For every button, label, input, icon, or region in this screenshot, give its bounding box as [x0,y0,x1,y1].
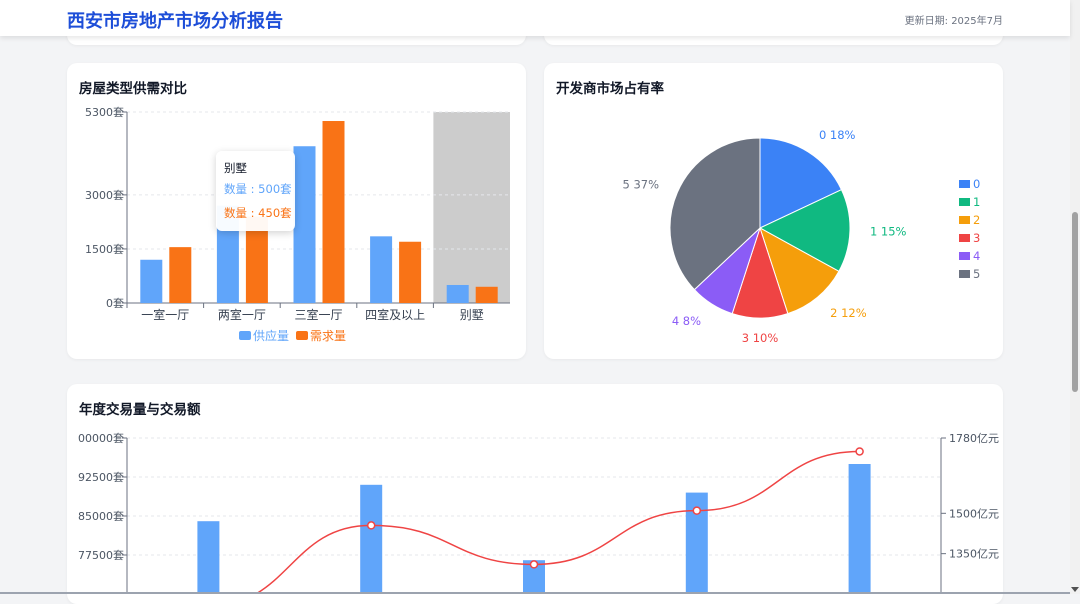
legend-swatch [959,216,970,224]
highlight-band [433,112,510,303]
y-tick-label: 5300套 [85,106,124,119]
legend-swatch [959,270,970,278]
page-header: 西安市房地产市场分析报告 更新日期: 2025年7月 [0,0,1070,36]
legend-swatch [959,180,970,188]
annual-chart: 77500套 85000套 92500套 00000套 1350亿元 1500亿元 1780… [78,432,999,594]
pie-label: 0 18% [819,128,856,142]
bar-demand [322,121,345,303]
pie-label: 2 12% [830,306,867,320]
bar-supply [293,146,316,303]
scrollbar[interactable] [1070,0,1080,594]
legend-swatch [296,331,308,340]
legend-label: 4 [973,249,980,263]
y-left-tick-label: 77500套 [78,549,124,562]
y-right-tick-label: 1350亿元 [949,548,999,561]
tooltip-demand: 数量 : 450套 [224,206,292,220]
market-share-chart: 0 18% 0 1 15% 1 2 12% 2 3 10% 3 4 8% 4 5 37% 5 [623,128,981,345]
pie-label: 5 37% [623,177,660,191]
legend-label: 1 [973,195,980,209]
bar-supply [140,259,163,303]
update-date: 更新日期: 2025年7月 [904,16,1003,27]
legend-label: 0 [973,177,980,191]
scroll-down-arrow-icon[interactable] [1071,587,1079,592]
legend-label: 3 [973,231,980,245]
x-tick-label: 四室及以上 [365,307,425,322]
bar-demand [399,241,422,303]
line-point [692,506,702,515]
legend-label: 2 [973,213,980,227]
legend-label: 供应量 [253,328,289,343]
y-left-tick-label: 00000套 [78,432,124,445]
legend-swatch [959,252,970,260]
bar-supply [370,236,393,303]
x-tick-label: 三室一厅 [294,307,342,322]
y-left-tick-label: 85000套 [78,510,124,523]
pie-label: 4 8% [672,314,701,328]
line-point [855,447,864,456]
supply-demand-chart: 0套 1500套 3000套 5300套一室一厅 两室一厅 三室一厅 四室及以上 别墅供应量 需… [85,106,510,343]
x-tick-label: 一室一厅 [141,307,189,322]
line-point [366,521,376,530]
y-right-tick-label: 1500亿元 [949,507,999,520]
tooltip-title: 别墅 [224,161,247,175]
line-point [529,560,539,569]
y-right-tick-label: 1780亿元 [949,432,999,445]
bar-demand [169,247,192,303]
y-tick-label: 1500套 [85,243,124,256]
legend-swatch [959,234,970,242]
pie-label: 1 15% [870,224,907,238]
chart-tooltip: 别墅 数量 : 500套 数量 : 450套 [216,151,295,231]
pie-label: 3 10% [742,331,779,345]
legend-label: 需求量 [310,329,346,343]
legend-swatch [239,331,251,340]
scrollbar-thumb[interactable] [1072,212,1078,392]
annual-bar [197,521,220,594]
annual-bar [848,464,871,594]
bar-supply [446,284,469,303]
y-tick-label: 3000套 [85,189,124,202]
annual-bar [360,484,383,594]
page-title: 西安市房地产市场分析报告 [67,11,283,32]
legend-swatch [959,198,970,206]
x-tick-label: 别墅 [460,308,484,322]
legend-label: 5 [973,267,980,281]
y-tick-label: 0套 [106,297,124,310]
tooltip-supply: 数量 : 500套 [224,182,292,196]
y-left-tick-label: 92500套 [78,471,124,484]
x-tick-label: 两室一厅 [218,307,266,322]
bar-demand [475,286,498,303]
